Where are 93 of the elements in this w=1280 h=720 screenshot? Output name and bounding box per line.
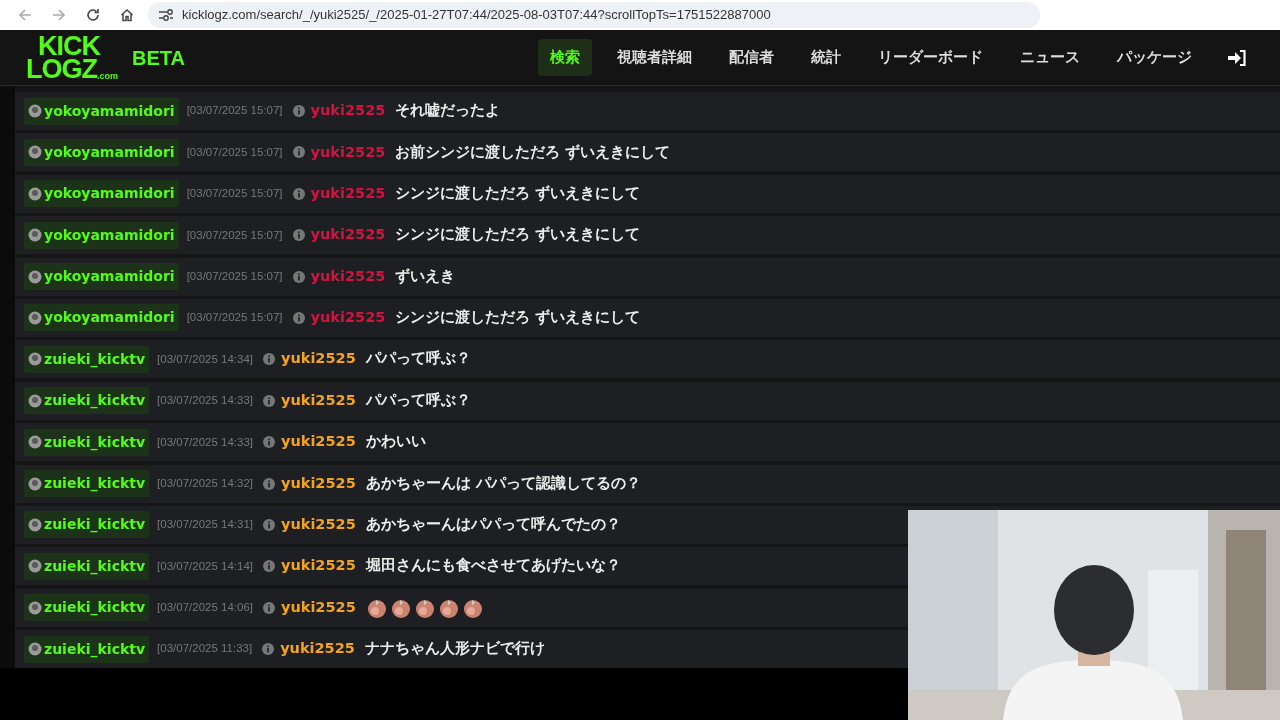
message-text: あかちゃーんはパパって呼んでたの？ [365, 515, 621, 535]
channel-link[interactable]: zuieki_kicktv [24, 635, 150, 663]
avatar-icon [28, 269, 42, 284]
avatar-icon [28, 435, 42, 450]
info-icon[interactable] [263, 436, 275, 449]
timestamp: [03/07/2025 15:07] [186, 144, 283, 160]
avatar-icon [28, 476, 42, 491]
channel-link[interactable]: zuieki_kicktv [24, 511, 150, 539]
username[interactable]: yuki2525 [281, 389, 356, 412]
info-icon[interactable] [263, 560, 275, 573]
timestamp: [03/07/2025 15:07] [186, 103, 283, 119]
timestamp: [03/07/2025 15:07] [186, 310, 283, 326]
info-icon[interactable] [292, 229, 305, 242]
message-text: シンジに渡しただろ ずいえきにして [395, 308, 641, 328]
info-icon[interactable] [263, 394, 275, 407]
message-text: あかちゃーんは パパって認識してるの？ [365, 473, 641, 493]
nav-tab[interactable]: 視聴者詳細 [605, 38, 704, 77]
avatar-icon [28, 186, 42, 201]
avatar-icon [28, 352, 42, 367]
info-icon[interactable] [292, 187, 305, 200]
message-text: かわいい [365, 432, 426, 452]
username[interactable]: yuki2525 [281, 596, 356, 619]
address-bar[interactable]: kicklogz.com/search/_/yuki2525/_/2025-01-27T07:44/2025-08-03T07:44?scrollTopTs=1751522887000 [148, 2, 1040, 28]
channel-link[interactable]: yokoyamamidori [24, 138, 179, 166]
avatar-icon [28, 104, 42, 118]
reload-icon[interactable] [85, 7, 101, 23]
message-text: パパって呼ぶ？ [365, 349, 471, 369]
avatar-icon [28, 517, 42, 532]
username[interactable]: yuki2525 [280, 638, 355, 660]
username[interactable]: yuki2525 [281, 431, 356, 453]
channel-link[interactable]: zuieki_kicktv [24, 387, 150, 415]
timestamp: [03/07/2025 11:33] [157, 641, 253, 657]
site-settings-icon[interactable] [158, 8, 174, 22]
timestamp: [03/07/2025 15:07] [186, 186, 283, 202]
timestamp: [03/07/2025 15:07] [186, 227, 283, 243]
channel-link[interactable]: zuieki_kicktv [24, 428, 150, 456]
timestamp: [03/07/2025 14:06] [157, 600, 253, 616]
channel-link[interactable]: zuieki_kicktv [24, 345, 150, 373]
message-text: お前シンジに渡しただろ ずいえきにして [395, 142, 671, 163]
message-text: 堀田さんにも食べさせてあげたいな？ [365, 556, 621, 576]
channel-link[interactable]: yokoyamamidori [24, 180, 179, 208]
nav-tab[interactable]: ニュース [1008, 38, 1092, 77]
channel-link[interactable]: zuieki_kicktv [24, 552, 150, 580]
info-icon[interactable] [262, 643, 275, 656]
forward-icon[interactable] [51, 7, 67, 23]
username[interactable]: yuki2525 [281, 348, 356, 371]
home-icon[interactable] [119, 7, 135, 23]
username[interactable]: yuki2525 [281, 514, 356, 536]
info-icon[interactable] [292, 105, 305, 117]
message-text: シンジに渡しただろ ずいえきにして [395, 225, 641, 245]
nav-tab[interactable]: 検索 [538, 38, 592, 77]
nav-tab[interactable]: 配信者 [717, 38, 786, 77]
nav-tab[interactable]: リーダーボード [866, 38, 995, 77]
timestamp: [03/07/2025 14:31] [157, 517, 253, 533]
info-icon[interactable] [263, 518, 275, 531]
channel-link[interactable]: yokoyamamidori [24, 304, 179, 332]
nav-tab[interactable]: パッケージ [1105, 38, 1204, 77]
message-text: それ嘘だったよ [395, 101, 501, 121]
username[interactable]: yuki2525 [281, 555, 356, 578]
info-icon[interactable] [292, 311, 305, 324]
info-icon[interactable] [263, 601, 275, 614]
timestamp: [03/07/2025 14:34] [157, 351, 253, 367]
info-icon[interactable] [263, 353, 275, 366]
avatar-icon [28, 228, 42, 243]
avatar-icon [28, 393, 42, 408]
avatar-icon [28, 600, 42, 615]
channel-link[interactable]: yokoyamamidori [24, 97, 179, 125]
message-text: パパって呼ぶ？ [365, 390, 471, 410]
info-icon[interactable] [263, 477, 275, 490]
avatar-icon [28, 642, 42, 657]
timestamp: [03/07/2025 14:32] [157, 475, 253, 491]
timestamp: [03/07/2025 14:33] [157, 434, 253, 450]
timestamp: [03/07/2025 15:07] [186, 268, 283, 284]
timestamp: [03/07/2025 14:33] [157, 393, 253, 409]
timestamp: [03/07/2025 14:14] [157, 558, 253, 574]
channel-link[interactable]: zuieki_kicktv [24, 470, 150, 497]
channel-link[interactable]: yokoyamamidori [24, 263, 179, 291]
site-logo[interactable]: KICK LOGZ.com [26, 34, 118, 81]
message-text: ずいえき [395, 266, 456, 287]
message-text: シンジに渡しただろ ずいえきにして [395, 183, 641, 204]
message-text: ナナちゃん人形ナビで行け [364, 639, 545, 659]
back-icon[interactable] [17, 7, 33, 23]
url-text: kicklogz.com/search/_/yuki2525/_/2025-01-27T07:44/2025-08-03T07:44?scrollTopTs=1751522887000 [182, 6, 771, 25]
username[interactable]: yuki2525 [281, 472, 356, 495]
info-icon[interactable] [292, 146, 305, 159]
avatar-icon [28, 145, 42, 160]
nav-tab[interactable]: 統計 [799, 38, 853, 77]
channel-link[interactable]: zuieki_kicktv [24, 594, 150, 622]
beta-label: BETA [132, 45, 185, 71]
channel-link[interactable]: yokoyamamidori [24, 221, 179, 249]
avatar-icon [28, 310, 42, 325]
avatar-icon [28, 559, 42, 574]
info-icon[interactable] [292, 270, 305, 283]
